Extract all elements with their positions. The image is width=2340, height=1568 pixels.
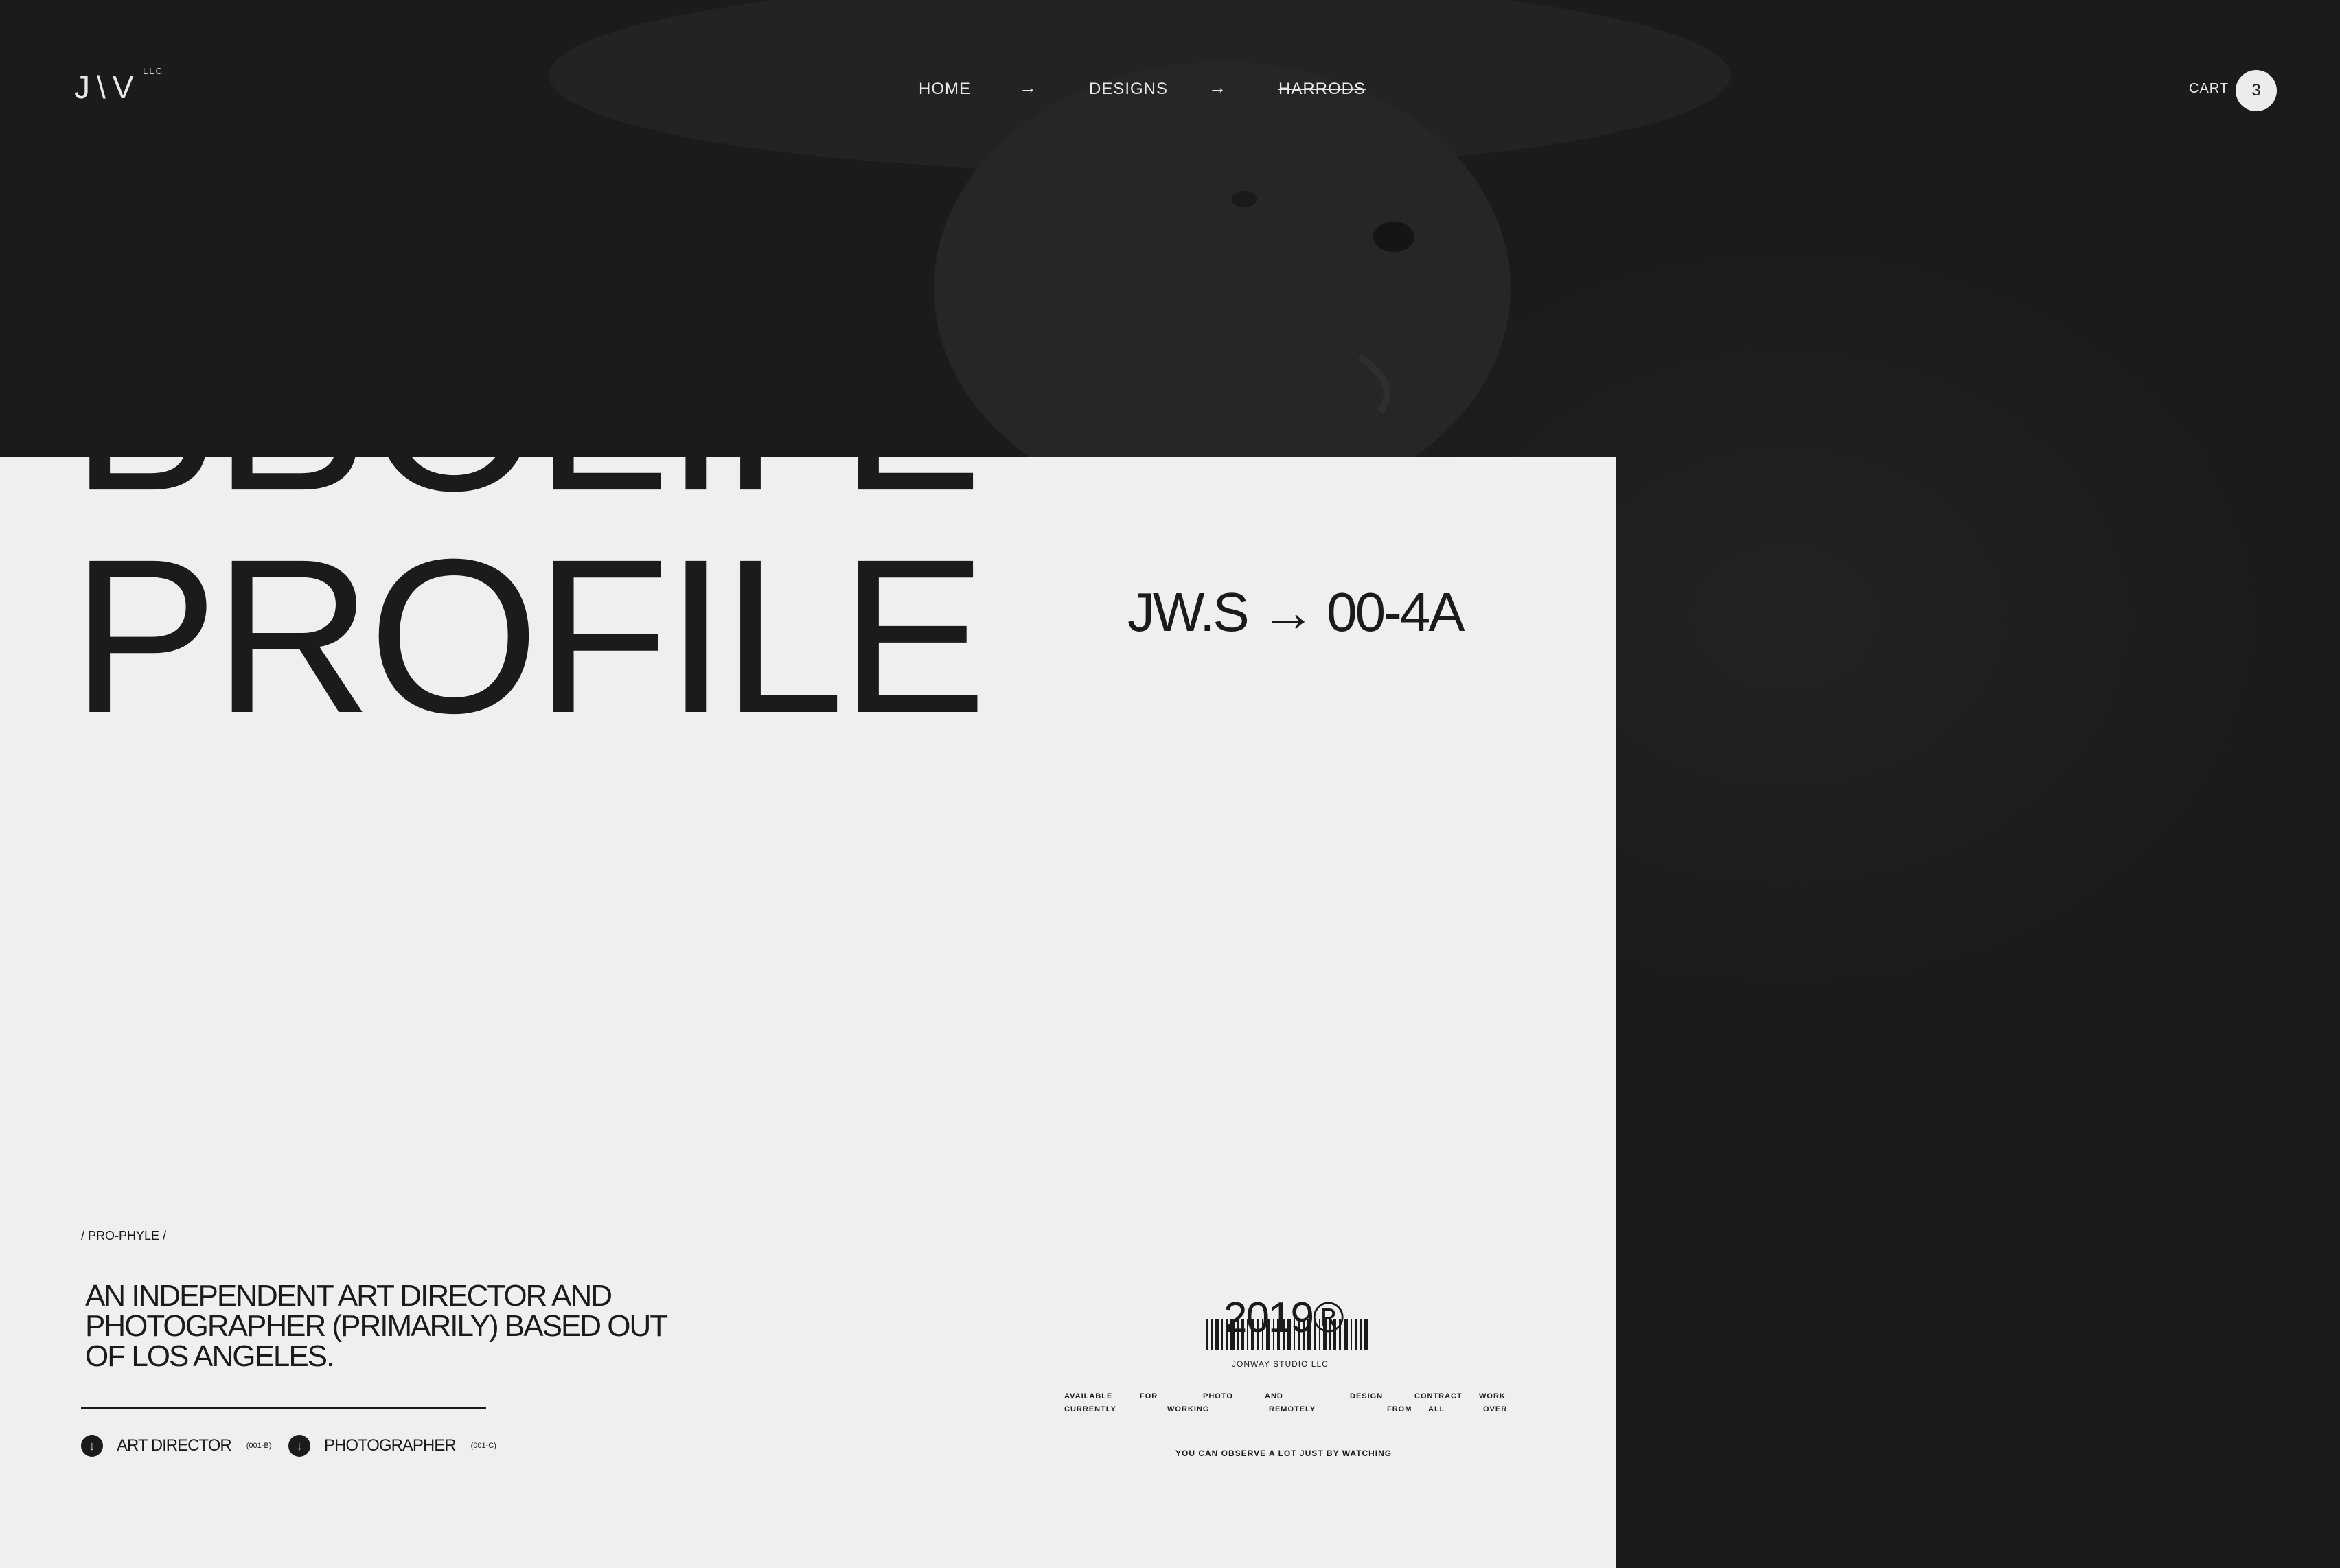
availability-word: CONTRACT bbox=[1414, 1392, 1462, 1400]
cart-count-badge[interactable]: 3 bbox=[2236, 70, 2277, 111]
role-label: PHOTOGRAPHER bbox=[324, 1436, 457, 1455]
role-art-director[interactable]: ↓ ART DIRECTOR (001-B) bbox=[81, 1435, 271, 1457]
profile-description: AN INDEPENDENT ART DIRECTOR AND PHOTOGRA… bbox=[85, 1279, 667, 1373]
availability-word: OVER bbox=[1483, 1405, 1508, 1414]
role-code: (001-C) bbox=[470, 1442, 496, 1450]
availability-word: AVAILABLE bbox=[1064, 1392, 1113, 1400]
profile-code: JW.S → 00-4A bbox=[1127, 581, 1465, 643]
arrow-down-circle-icon: ↓ bbox=[81, 1435, 103, 1457]
cart-label[interactable]: CART bbox=[2189, 81, 2229, 97]
availability-word: FROM bbox=[1387, 1405, 1412, 1414]
arrow-right-icon: → bbox=[1019, 77, 1037, 97]
availability-word: CURRENTLY bbox=[1064, 1405, 1116, 1414]
barcode-graphic bbox=[1206, 1319, 1368, 1350]
nav-harrods[interactable]: HARRODS bbox=[1278, 80, 1366, 99]
role-code: (001-B) bbox=[246, 1442, 272, 1450]
arrow-down-circle-icon: ↓ bbox=[288, 1435, 310, 1457]
availability-word: AND bbox=[1265, 1392, 1283, 1400]
availability-word: ALL bbox=[1428, 1405, 1445, 1414]
nav-designs[interactable]: DESIGNS bbox=[1089, 80, 1168, 99]
availability-word: PHOTO bbox=[1203, 1392, 1233, 1400]
brand-logo[interactable]: J\V bbox=[74, 69, 140, 106]
role-label: ART DIRECTOR bbox=[117, 1436, 232, 1455]
brand-suffix: LLC bbox=[143, 66, 163, 76]
section-slug: / PRO-PHYLE / bbox=[81, 1229, 167, 1243]
arrow-right-icon: → bbox=[1208, 77, 1226, 97]
role-photographer[interactable]: ↓ PHOTOGRAPHER (001-C) bbox=[288, 1435, 496, 1457]
availability-word: FOR bbox=[1140, 1392, 1158, 1400]
motto: YOU CAN OBSERVE A LOT JUST BY WATCHING bbox=[1175, 1449, 1392, 1458]
availability-word: WORKING bbox=[1167, 1405, 1210, 1414]
divider bbox=[81, 1407, 486, 1409]
availability-word: WORK bbox=[1479, 1392, 1506, 1400]
page-title: PROFILE bbox=[71, 513, 987, 759]
studio-name: JONWAY STUDIO LLC bbox=[1232, 1359, 1329, 1369]
availability-word: DESIGN bbox=[1350, 1392, 1384, 1400]
availability-word: REMOTELY bbox=[1269, 1405, 1316, 1414]
profile-panel: PROFILE PROFILE JW.S → 00-4A / PRO-PHYLE… bbox=[0, 457, 1616, 1568]
nav-home[interactable]: HOME bbox=[919, 80, 971, 99]
